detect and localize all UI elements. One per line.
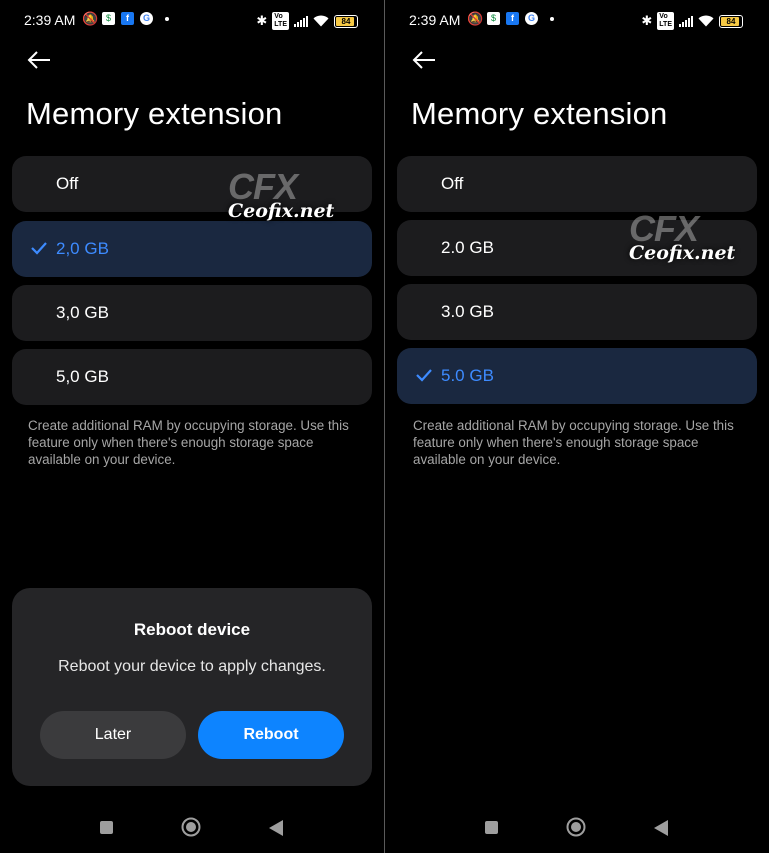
battery-level: 84 [341,16,351,26]
option-label: 2.0 GB [441,238,494,257]
later-button[interactable]: Later [40,711,186,759]
facebook-icon: f [121,12,134,25]
volte-icon: Vo LTE [272,12,289,30]
description-text: Create additional RAM by occupying stora… [28,418,349,467]
back-arrow-icon[interactable] [26,48,52,72]
bluetooth-icon: ✱ [256,13,268,28]
watermark: CFX Ceofix.net [629,208,735,264]
volte-icon: Vo LTE [657,12,674,30]
option-label: 3,0 GB [56,303,109,322]
navigation-bar [385,810,769,846]
facebook-icon: f [506,12,519,25]
home-circle-icon[interactable] [181,817,201,837]
wifi-icon [313,15,329,27]
more-notifications-dot-icon [165,16,169,21]
back-triangle-icon[interactable] [268,819,284,837]
description-text: Create additional RAM by occupying stora… [413,418,734,467]
status-time: 2:39 AM [24,12,76,28]
home-circle-icon[interactable] [566,817,586,837]
right-screen: 2:39 AM 🔕 $ f G ✱ Vo LTE 84 Memory extens… [385,0,769,853]
option-label: 5,0 GB [56,367,109,386]
bell-muted-icon: 🔕 [82,11,99,26]
dialog-title: Reboot device [133,620,251,639]
battery-icon: 84 [719,14,743,28]
check-icon [416,369,432,382]
option-3gb[interactable]: 3,0 GB [12,285,372,341]
option-5gb[interactable]: 5.0 GB [397,348,757,404]
watermark-text: Ceofix.net [629,242,736,264]
system-icons: ✱ Vo LTE 84 [641,12,743,30]
option-label: 2,0 GB [56,239,109,258]
option-label: Off [56,174,79,193]
bluetooth-icon: ✱ [641,13,653,28]
page-title: Memory extension [26,96,283,131]
battery-level: 84 [726,16,736,26]
sheets-app-icon: $ [487,12,500,25]
option-2gb[interactable]: 2,0 GB [12,221,372,277]
bell-muted-icon: 🔕 [467,11,484,26]
option-label: Off [441,174,464,193]
check-icon [31,242,47,255]
reboot-dialog: Reboot device Reboot your device to appl… [12,588,372,786]
option-label: 3.0 GB [441,302,494,321]
sheets-app-icon: $ [102,12,115,25]
notification-icons: 🔕 $ f G [467,12,554,25]
watermark-text: Ceofix.net [228,200,335,222]
more-notifications-dot-icon [550,16,554,21]
status-bar: 2:39 AM 🔕 $ f G ✱ Vo LTE 84 [385,0,769,40]
dialog-message: Reboot your device to apply changes. [58,658,326,675]
google-icon: G [140,12,153,25]
reboot-button[interactable]: Reboot [198,711,344,759]
status-time: 2:39 AM [409,12,461,28]
status-bar: 2:39 AM 🔕 $ f G ✱ Vo LTE 84 [0,0,384,40]
recents-square-icon[interactable] [100,821,113,834]
google-icon: G [525,12,538,25]
watermark: CFX Ceofix.net [228,166,334,222]
system-icons: ✱ Vo LTE 84 [256,12,358,30]
option-label: 5.0 GB [441,366,494,385]
option-3gb[interactable]: 3.0 GB [397,284,757,340]
page-title: Memory extension [411,96,668,131]
battery-icon: 84 [334,14,358,28]
notification-icons: 🔕 $ f G [82,12,169,25]
option-5gb[interactable]: 5,0 GB [12,349,372,405]
back-arrow-icon[interactable] [411,48,437,72]
option-off[interactable]: Off [397,156,757,212]
signal-icon [679,15,693,27]
navigation-bar [0,810,384,846]
left-screen: 2:39 AM 🔕 $ f G ✱ Vo LTE 84 Memory extens… [0,0,384,853]
back-triangle-icon[interactable] [653,819,669,837]
wifi-icon [698,15,714,27]
recents-square-icon[interactable] [485,821,498,834]
signal-icon [294,15,308,27]
